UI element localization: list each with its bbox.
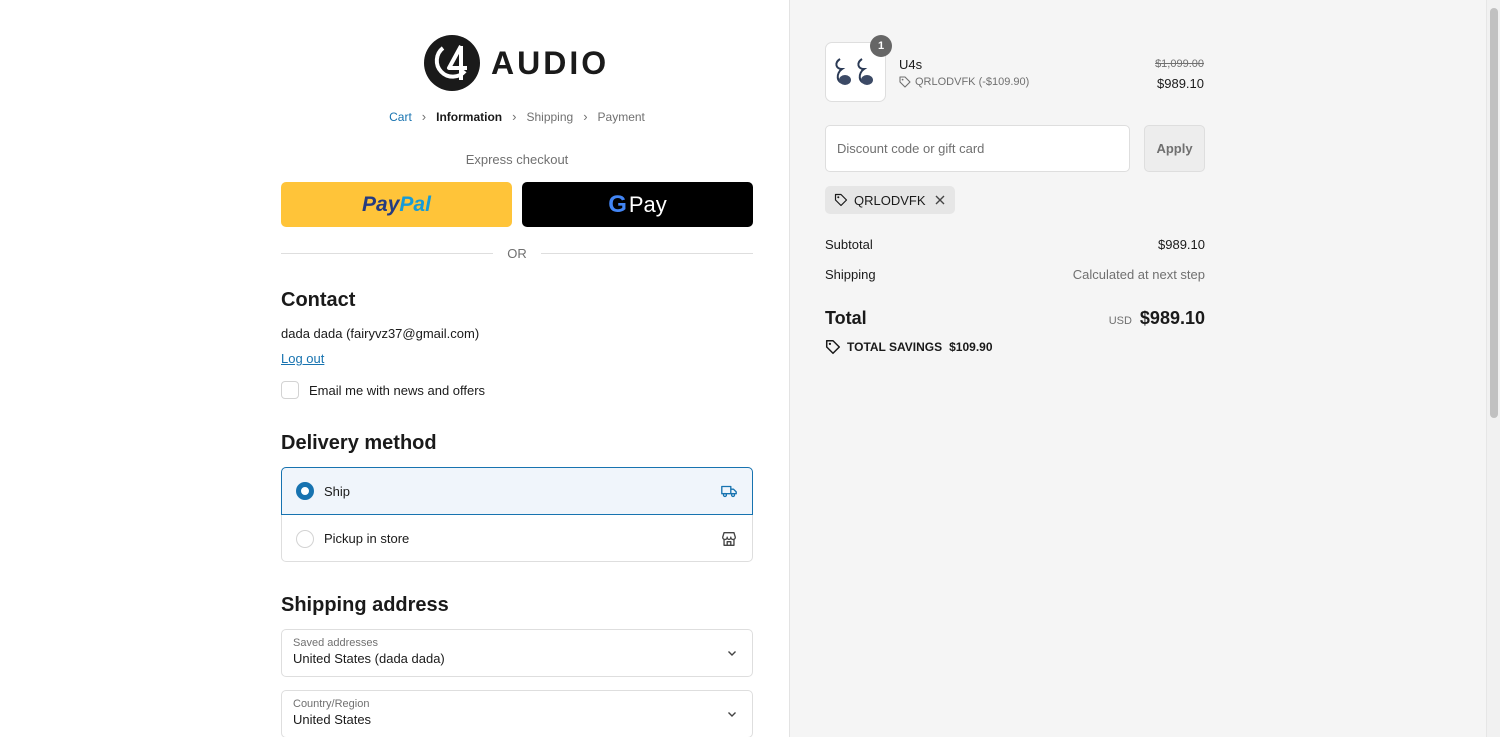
country-label: Country/Region <box>293 698 370 710</box>
or-label: OR <box>507 245 527 261</box>
delivery-option-pickup[interactable]: Pickup in store <box>282 515 752 562</box>
applied-code-chip: QRLODVFK <box>825 186 955 214</box>
earphones-icon <box>834 58 873 85</box>
google-g-icon: G <box>608 190 627 218</box>
total-savings: TOTAL SAVINGS $109.90 <box>825 339 993 355</box>
savings-value: $109.90 <box>949 340 993 354</box>
or-divider: OR <box>281 243 753 263</box>
scrollbar[interactable] <box>1486 0 1500 737</box>
product-price: $989.10 <box>1157 76 1204 91</box>
delivery-option-ship[interactable]: Ship <box>281 467 753 515</box>
chevron-down-icon <box>728 651 736 656</box>
applied-code-label: QRLODVFK <box>854 192 926 208</box>
subtotal-label: Subtotal <box>825 237 873 252</box>
newsletter-checkbox[interactable] <box>281 381 299 399</box>
newsletter-option[interactable]: Email me with news and offers <box>281 381 485 399</box>
scrollbar-thumb[interactable] <box>1490 8 1498 418</box>
paypal-button[interactable]: Pay Pal <box>281 182 512 227</box>
store-icon <box>722 531 736 546</box>
remove-code-button[interactable] <box>934 194 946 206</box>
brand-name: AUDIO <box>491 44 610 81</box>
logo-mark-icon <box>424 35 480 91</box>
shipping-row: Shipping Calculated at next step <box>825 267 1205 282</box>
shipping-address-heading: Shipping address <box>281 594 449 616</box>
close-icon <box>935 195 945 205</box>
contact-user: dada dada (fairyvz37@gmail.com) <box>281 326 480 341</box>
newsletter-label: Email me with news and offers <box>309 382 486 398</box>
total-amount: $989.10 <box>1139 308 1205 328</box>
express-checkout-label: Express checkout <box>465 152 569 167</box>
total-label: Total <box>825 308 867 328</box>
breadcrumb: Cart › Information › Shipping › Payment <box>281 109 753 124</box>
saved-addresses-value: United States (dada dada) <box>293 651 445 666</box>
savings-label: TOTAL SAVINGS <box>847 340 943 354</box>
subtotal-value: $989.10 <box>1158 237 1205 252</box>
divider-line <box>540 252 753 254</box>
chevron-down-icon <box>728 712 736 717</box>
breadcrumb-payment: Payment <box>597 109 645 124</box>
shipping-label: Shipping <box>825 267 876 282</box>
breadcrumb-information: Information <box>436 109 503 124</box>
shipping-value: Calculated at next step <box>1072 267 1205 282</box>
order-summary-panel <box>789 0 1486 737</box>
product-name: U4s <box>899 57 923 72</box>
brand-logo[interactable]: AUDIO <box>423 34 609 92</box>
contact-heading: Contact <box>281 289 356 311</box>
quantity-badge: 1 <box>870 35 892 57</box>
paypal-logo-part1: Pay <box>362 192 400 216</box>
breadcrumb-cart[interactable]: Cart <box>387 110 414 124</box>
total-value: USD $989.10 <box>1109 308 1205 329</box>
google-pay-button[interactable]: G Pay <box>522 182 753 227</box>
chevron-right-icon: › <box>512 109 517 124</box>
tag-icon <box>899 76 911 88</box>
total-currency: USD <box>1108 315 1132 327</box>
country-value: United States <box>293 712 372 727</box>
saved-addresses-select[interactable]: Saved addresses United States (dada dada… <box>281 629 753 677</box>
product-discount: QRLODVFK (-$109.90) <box>899 76 1029 88</box>
subtotal-row: Subtotal $989.10 <box>825 237 1205 252</box>
pickup-label: Pickup in store <box>324 531 410 546</box>
truck-icon <box>721 485 737 498</box>
ship-radio[interactable] <box>296 482 314 500</box>
delivery-heading: Delivery method <box>281 432 437 454</box>
tag-icon <box>825 339 841 355</box>
ship-label: Ship <box>324 483 351 499</box>
logout-link[interactable]: Log out <box>281 351 324 366</box>
delivery-options: Ship Pickup in store <box>281 467 753 562</box>
chevron-right-icon: › <box>583 109 588 124</box>
divider-line <box>281 252 494 254</box>
google-pay-label: Pay <box>628 191 667 217</box>
tag-icon <box>834 193 848 207</box>
paypal-logo-part2: Pal <box>399 192 431 216</box>
pickup-radio[interactable] <box>296 529 314 548</box>
saved-addresses-label: Saved addresses <box>293 637 378 649</box>
chevron-right-icon: › <box>421 109 427 124</box>
product-original-price: $1,099.00 <box>1155 58 1204 70</box>
discount-code-input[interactable] <box>825 125 1130 172</box>
country-select[interactable]: Country/Region United States <box>281 690 753 737</box>
breadcrumb-shipping: Shipping <box>526 109 574 124</box>
apply-discount-button[interactable]: Apply <box>1144 125 1205 172</box>
product-discount-text: QRLODVFK (-$109.90) <box>915 76 1030 88</box>
